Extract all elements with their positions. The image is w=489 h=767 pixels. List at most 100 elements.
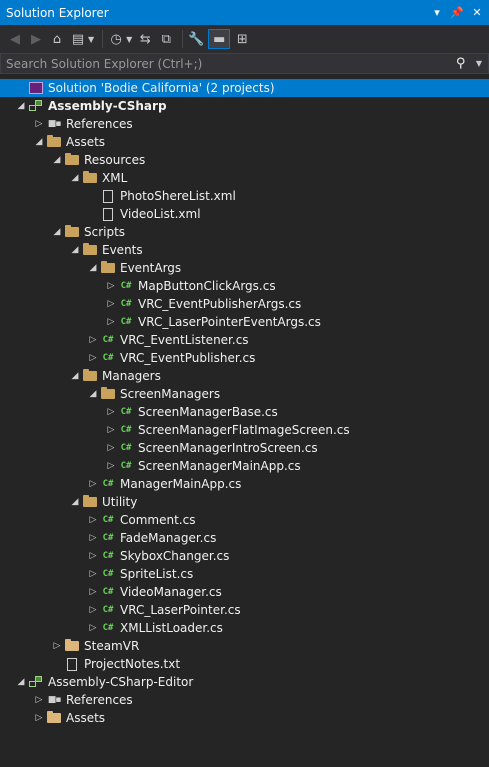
tree-item[interactable]: ◢ EventArgs (0, 259, 489, 277)
tree-item-label: SpriteList.cs (120, 567, 194, 581)
tree-item-label: XML (102, 171, 128, 185)
switch-views-icon[interactable]: ▤ (69, 29, 87, 49)
collapse-arrow-icon[interactable]: ◢ (68, 371, 82, 381)
search-input[interactable] (1, 55, 456, 72)
csharp-file-icon: C# (120, 443, 132, 453)
tree-item-label: PhotoShereList.xml (120, 189, 236, 203)
window-title: Solution Explorer (6, 5, 109, 20)
tree-item[interactable]: ▷ C# ManagerMainApp.cs (0, 475, 489, 493)
tree-item[interactable]: ▷ C# FadeManager.cs (0, 529, 489, 547)
properties-wrench-icon[interactable]: 🔧 (187, 29, 205, 49)
tree-item[interactable]: ◢ Managers (0, 367, 489, 385)
expand-arrow-icon[interactable]: ▷ (104, 461, 118, 471)
chevron-down-icon[interactable]: ▼ (476, 59, 482, 68)
tree-item[interactable]: ◢ Utility (0, 493, 489, 511)
tree-item[interactable]: Solution 'Bodie California' (2 projects) (0, 79, 489, 97)
tree-item[interactable]: ▷ C# SpriteList.cs (0, 565, 489, 583)
tree-item[interactable]: ◢ Events (0, 241, 489, 259)
tree-item[interactable]: ◢ Assembly-CSharp-Editor (0, 673, 489, 691)
csharp-file-icon: C# (102, 515, 114, 525)
tree-item[interactable]: ▷ ■▪ References (0, 691, 489, 709)
folder-open-icon (64, 225, 80, 239)
csharp-file-icon: C# (102, 587, 114, 597)
tree-item[interactable]: ◢ Assembly-CSharp (0, 97, 489, 115)
search-icon[interactable]: ⚲ (456, 56, 476, 71)
sync-with-active-document-icon[interactable]: ⇆ (136, 29, 154, 49)
expand-arrow-icon[interactable]: ▷ (32, 119, 46, 129)
tree-item[interactable]: ◢ ScreenManagers (0, 385, 489, 403)
expand-arrow-icon[interactable]: ▷ (104, 443, 118, 453)
expand-arrow-icon[interactable]: ▷ (104, 317, 118, 327)
tree-item-label: ProjectNotes.txt (84, 657, 181, 671)
close-icon[interactable]: ✕ (469, 4, 485, 22)
collapse-arrow-icon[interactable]: ◢ (32, 137, 46, 147)
tree-item[interactable]: ◢ Resources (0, 151, 489, 169)
preview-selected-items-icon[interactable]: ⊞ (233, 29, 251, 49)
expand-arrow-icon[interactable]: ▷ (86, 479, 100, 489)
tree-item[interactable]: ▷ C# SkyboxChanger.cs (0, 547, 489, 565)
expand-arrow-icon[interactable]: ▷ (104, 299, 118, 309)
tree-item[interactable]: ▷ C# VRC_LaserPointerEventArgs.cs (0, 313, 489, 331)
tree-item[interactable]: ▷ SteamVR (0, 637, 489, 655)
tree-item[interactable]: ▷ C# XMLListLoader.cs (0, 619, 489, 637)
chevron-down-icon[interactable]: ▼ (88, 35, 94, 44)
forward-icon[interactable]: ▶ (27, 29, 45, 49)
tree-item[interactable]: ▷ C# VideoManager.cs (0, 583, 489, 601)
pending-changes-filter-icon[interactable]: ◷ (107, 29, 125, 49)
tree-item[interactable]: PhotoShereList.xml (0, 187, 489, 205)
expand-arrow-icon[interactable]: ▷ (104, 407, 118, 417)
expand-arrow-icon[interactable]: ▷ (86, 587, 100, 597)
expand-arrow-icon[interactable]: ▷ (86, 335, 100, 345)
show-all-files-icon[interactable]: ▬ (208, 29, 231, 49)
collapse-all-icon[interactable]: ⧉ (157, 29, 175, 49)
tree-item[interactable]: ◢ Scripts (0, 223, 489, 241)
collapse-arrow-icon[interactable]: ◢ (50, 155, 64, 165)
folder-open-icon (82, 369, 98, 383)
tree-item[interactable]: ▷ C# VRC_EventListener.cs (0, 331, 489, 349)
dropdown-arrow-icon[interactable]: ▾ (429, 4, 445, 22)
collapse-arrow-icon[interactable]: ◢ (68, 245, 82, 255)
collapse-arrow-icon[interactable]: ◢ (68, 497, 82, 507)
tree-item[interactable]: ▷ C# ScreenManagerBase.cs (0, 403, 489, 421)
expand-arrow-icon[interactable]: ▷ (86, 551, 100, 561)
collapse-arrow-icon[interactable]: ◢ (68, 173, 82, 183)
chevron-down-icon[interactable]: ▼ (126, 35, 132, 44)
tree-item[interactable]: ▷ C# VRC_LaserPointer.cs (0, 601, 489, 619)
collapse-arrow-icon[interactable]: ◢ (14, 677, 28, 687)
tree-item[interactable]: ◢ Assets (0, 133, 489, 151)
expand-arrow-icon[interactable]: ▷ (50, 641, 64, 651)
tree-item[interactable]: ▷ Assets (0, 709, 489, 727)
expand-arrow-icon[interactable]: ▷ (86, 515, 100, 525)
tree-item[interactable]: ProjectNotes.txt (0, 655, 489, 673)
collapse-arrow-icon[interactable]: ◢ (50, 227, 64, 237)
tree-item-label: Resources (84, 153, 146, 167)
tree-item[interactable]: ▷ C# ScreenManagerMainApp.cs (0, 457, 489, 475)
collapse-arrow-icon[interactable]: ◢ (86, 263, 100, 273)
expand-arrow-icon[interactable]: ▷ (86, 605, 100, 615)
expand-arrow-icon[interactable]: ▷ (86, 353, 100, 363)
tree-item[interactable]: ▷ C# VRC_EventPublisherArgs.cs (0, 295, 489, 313)
tree-item[interactable]: ▷ C# ScreenManagerFlatImageScreen.cs (0, 421, 489, 439)
home-icon[interactable]: ⌂ (48, 29, 66, 49)
expand-arrow-icon[interactable]: ▷ (32, 713, 46, 723)
tree-item[interactable]: ▷ C# ScreenManagerIntroScreen.cs (0, 439, 489, 457)
collapse-arrow-icon[interactable]: ◢ (14, 101, 28, 111)
tree-item[interactable]: ◢ XML (0, 169, 489, 187)
csharp-file-icon: C# (102, 605, 114, 615)
tree-item[interactable]: ▷ ■▪ References (0, 115, 489, 133)
expand-arrow-icon[interactable]: ▷ (104, 281, 118, 291)
folder-open-icon (82, 171, 98, 185)
expand-arrow-icon[interactable]: ▷ (86, 533, 100, 543)
back-icon[interactable]: ◀ (6, 29, 24, 49)
expand-arrow-icon[interactable]: ▷ (86, 623, 100, 633)
expand-arrow-icon[interactable]: ▷ (104, 425, 118, 435)
pin-icon[interactable]: 📌 (449, 4, 465, 22)
tree-item[interactable]: ▷ C# VRC_EventPublisher.cs (0, 349, 489, 367)
expand-arrow-icon[interactable]: ▷ (32, 695, 46, 705)
tree-item[interactable]: ▷ C# Comment.cs (0, 511, 489, 529)
csharp-file-icon: C# (102, 533, 114, 543)
tree-item[interactable]: VideoList.xml (0, 205, 489, 223)
expand-arrow-icon[interactable]: ▷ (86, 569, 100, 579)
collapse-arrow-icon[interactable]: ◢ (86, 389, 100, 399)
tree-item[interactable]: ▷ C# MapButtonClickArgs.cs (0, 277, 489, 295)
